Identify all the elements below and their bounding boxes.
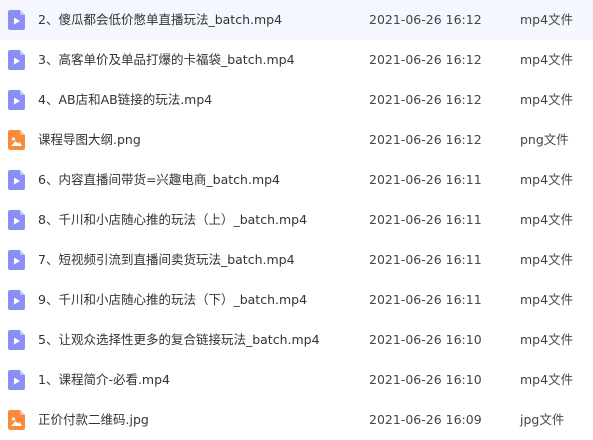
file-modified-date: 2021-06-26 16:11 [369, 172, 482, 187]
file-type: mp4文件 [520, 372, 574, 387]
video-file-icon [8, 330, 25, 350]
file-type: jpg文件 [520, 412, 565, 427]
file-type: png文件 [520, 132, 569, 147]
file-row[interactable]: 8、千川和小店随心推的玩法（上）_batch.mp4 2021-06-26 16… [0, 200, 593, 240]
file-modified-date: 2021-06-26 16:12 [369, 92, 482, 107]
file-name: 5、让观众选择性更多的复合链接玩法_batch.mp4 [38, 332, 320, 347]
file-name: 正价付款二维码.jpg [38, 412, 149, 427]
file-modified-date: 2021-06-26 16:11 [369, 252, 482, 267]
file-modified-date: 2021-06-26 16:09 [369, 412, 482, 427]
file-name: 3、高客单价及单品打爆的卡福袋_batch.mp4 [38, 52, 295, 67]
video-file-icon [8, 90, 25, 110]
file-name: 9、千川和小店随心推的玩法（下）_batch.mp4 [38, 292, 308, 307]
image-file-icon [8, 410, 25, 430]
file-type: mp4文件 [520, 292, 574, 307]
file-row[interactable]: 3、高客单价及单品打爆的卡福袋_batch.mp4 2021-06-26 16:… [0, 40, 593, 80]
file-modified-date: 2021-06-26 16:10 [369, 372, 482, 387]
file-modified-date: 2021-06-26 16:10 [369, 332, 482, 347]
file-row[interactable]: 7、短视频引流到直播间卖货玩法_batch.mp4 2021-06-26 16:… [0, 240, 593, 280]
file-modified-date: 2021-06-26 16:12 [369, 132, 482, 147]
file-row[interactable]: 课程导图大纲.png 2021-06-26 16:12 png文件 [0, 120, 593, 160]
video-file-icon [8, 50, 25, 70]
file-name: 8、千川和小店随心推的玩法（上）_batch.mp4 [38, 212, 308, 227]
video-file-icon [8, 210, 25, 230]
file-modified-date: 2021-06-26 16:12 [369, 12, 482, 27]
file-modified-date: 2021-06-26 16:12 [369, 52, 482, 67]
file-modified-date: 2021-06-26 16:11 [369, 212, 482, 227]
file-modified-date: 2021-06-26 16:11 [369, 292, 482, 307]
file-name: 2、傻瓜都会低价憋单直播玩法_batch.mp4 [38, 12, 283, 27]
file-name: 1、课程简介-必看.mp4 [38, 372, 171, 387]
file-list: 2、傻瓜都会低价憋单直播玩法_batch.mp4 2021-06-26 16:1… [0, 0, 593, 438]
video-file-icon [8, 250, 25, 270]
file-row[interactable]: 1、课程简介-必看.mp4 2021-06-26 16:10 mp4文件 [0, 360, 593, 400]
file-type: mp4文件 [520, 252, 574, 267]
file-type: mp4文件 [520, 52, 574, 67]
file-name: 课程导图大纲.png [38, 132, 141, 147]
file-row[interactable]: 2、傻瓜都会低价憋单直播玩法_batch.mp4 2021-06-26 16:1… [0, 0, 593, 40]
video-file-icon [8, 10, 25, 30]
file-type: mp4文件 [520, 332, 574, 347]
video-file-icon [8, 290, 25, 310]
file-row[interactable]: 5、让观众选择性更多的复合链接玩法_batch.mp4 2021-06-26 1… [0, 320, 593, 360]
file-row[interactable]: 正价付款二维码.jpg 2021-06-26 16:09 jpg文件 [0, 400, 593, 440]
file-name: 6、内容直播间带货=兴趣电商_batch.mp4 [38, 172, 281, 187]
video-file-icon [8, 370, 25, 390]
file-type: mp4文件 [520, 92, 574, 107]
file-row[interactable]: 4、AB店和AB链接的玩法.mp4 2021-06-26 16:12 mp4文件 [0, 80, 593, 120]
video-file-icon [8, 170, 25, 190]
file-type: mp4文件 [520, 212, 574, 227]
file-row[interactable]: 9、千川和小店随心推的玩法（下）_batch.mp4 2021-06-26 16… [0, 280, 593, 320]
file-type: mp4文件 [520, 12, 574, 27]
image-file-icon [8, 130, 25, 150]
file-type: mp4文件 [520, 172, 574, 187]
file-name: 4、AB店和AB链接的玩法.mp4 [38, 92, 213, 107]
file-name: 7、短视频引流到直播间卖货玩法_batch.mp4 [38, 252, 295, 267]
file-row[interactable]: 6、内容直播间带货=兴趣电商_batch.mp4 2021-06-26 16:1… [0, 160, 593, 200]
